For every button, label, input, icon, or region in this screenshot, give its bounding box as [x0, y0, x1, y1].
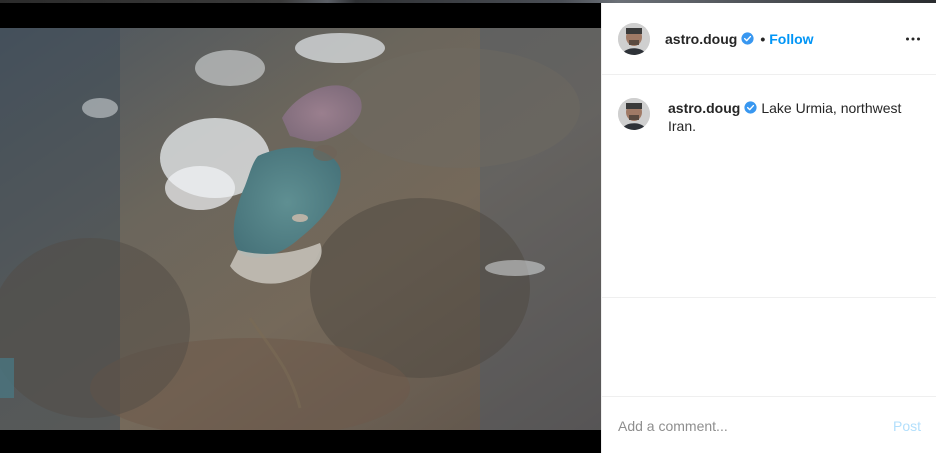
follow-button[interactable]: Follow — [769, 31, 813, 47]
separator-dot: • — [760, 30, 766, 47]
caption-username[interactable]: astro.doug — [668, 100, 740, 116]
caption-row: astro.doug Lake Urmia, northwest Iran. — [618, 96, 921, 135]
more-options-icon[interactable] — [905, 31, 921, 47]
caption-text: astro.doug Lake Urmia, northwest Iran. — [668, 99, 920, 135]
actions-section — [602, 299, 936, 397]
post-media[interactable] — [0, 3, 601, 453]
caption-line-2: Iran. — [668, 118, 697, 134]
post-comment-button[interactable]: Post — [893, 418, 921, 434]
post-header: astro.doug • Follow — [602, 3, 936, 75]
verified-badge-icon — [744, 101, 757, 114]
caption-line-1: Lake Urmia, northwest — [761, 100, 902, 116]
comment-bar: Post — [602, 398, 936, 453]
satellite-photo — [0, 28, 601, 430]
verified-badge-icon — [741, 32, 754, 45]
avatar[interactable] — [618, 22, 650, 55]
caption-avatar[interactable] — [618, 98, 650, 130]
post-sidebar: astro.doug • Follow astro.doug Lake Urmia… — [601, 3, 936, 453]
comment-input[interactable] — [618, 417, 885, 434]
caption-section: astro.doug Lake Urmia, northwest Iran. — [602, 76, 936, 298]
username[interactable]: astro.doug — [665, 31, 737, 47]
